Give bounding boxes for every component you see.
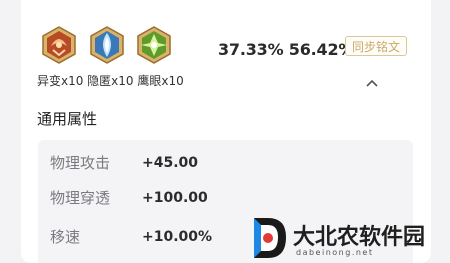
rune-yinni-icon [89, 26, 125, 64]
attribute-name: 物理穿透 [50, 189, 111, 207]
watermark-title: 大北农软件园 [293, 225, 426, 250]
section-title: 通用属性 [37, 110, 98, 128]
attribute-row: 物理穿透 +100.00 [38, 185, 413, 211]
attribute-name: 物理攻击 [50, 154, 111, 172]
rune-counts-label: 异变x10 隐匿x10 鹰眼x10 [37, 74, 184, 88]
rune-yibian-icon [41, 26, 77, 64]
watermark-url: dabeinong.net [296, 248, 374, 257]
watermark-logo-icon [254, 218, 286, 258]
rune-yingyan-icon [136, 26, 172, 64]
attribute-value: +45.00 [142, 155, 199, 171]
collapse-chevron-up-icon[interactable] [364, 74, 380, 87]
sync-runes-button[interactable]: 同步铭文 [345, 36, 407, 56]
attribute-value: +10.00% [142, 229, 213, 245]
attribute-value: +100.00 [142, 190, 208, 206]
rates-label: 37.33% 56.42% [218, 40, 355, 59]
watermark: 大北农软件园 dabeinong.net [250, 213, 450, 263]
attribute-row: 物理攻击 +45.00 [38, 150, 413, 176]
attribute-name: 移速 [50, 228, 81, 246]
